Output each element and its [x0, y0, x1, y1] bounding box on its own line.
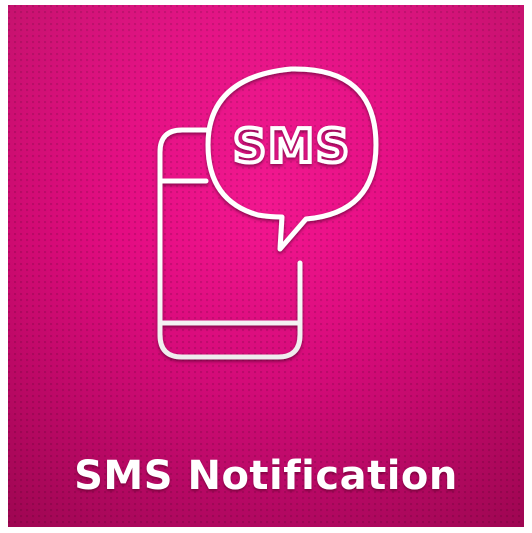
- bubble-text: SMS: [233, 119, 351, 173]
- app-tile: SMS SMS Notification: [8, 5, 524, 527]
- sms-phone-icon-graphic: SMS: [157, 66, 379, 360]
- sms-phone-icon: SMS: [8, 5, 524, 405]
- caption-title: SMS Notification: [74, 453, 458, 499]
